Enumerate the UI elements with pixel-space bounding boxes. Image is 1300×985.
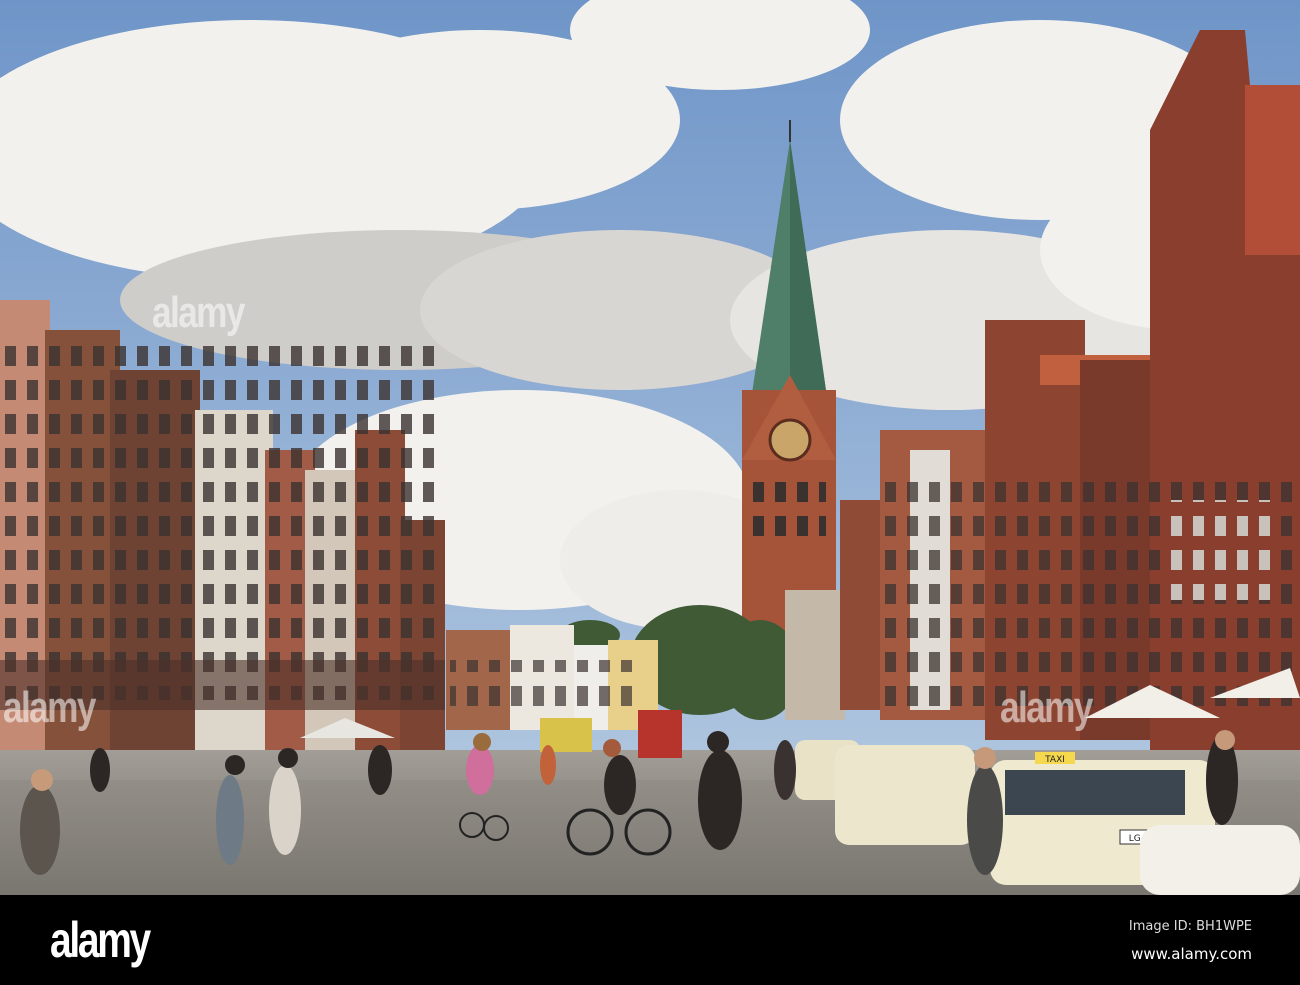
bus: [638, 710, 682, 758]
watermark: alamy: [3, 683, 96, 732]
stock-photo-page: TAXI LG-PT 51 alamy alamy alamy alamy Im…: [0, 0, 1300, 985]
watermark: alamy: [152, 288, 245, 337]
alamy-logo: alamy: [50, 912, 151, 968]
site-url: www.alamy.com: [1131, 945, 1252, 963]
image-id: Image ID: BH1WPE: [1128, 919, 1252, 934]
footer-bar: alamy Image ID: BH1WPE www.alamy.com: [0, 895, 1300, 985]
far-buildings: [446, 625, 658, 730]
watermark: alamy: [1000, 683, 1093, 732]
taxi-sign: TAXI: [1044, 755, 1065, 765]
street-scene-photo: TAXI LG-PT 51: [0, 0, 1300, 895]
